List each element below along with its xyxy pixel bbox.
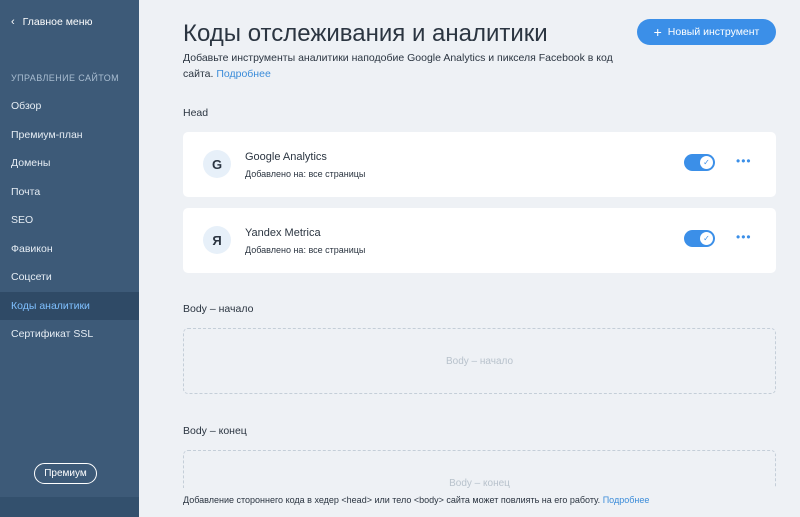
subtitle-learn-more-link[interactable]: Подробнее [216,68,270,80]
sidebar-bottom-bar [0,497,139,517]
footer-note: Добавление стороннего кода в хедер <head… [183,494,783,505]
footer-text: Добавление стороннего кода в хедер <head… [183,495,601,505]
back-label: Главное меню [22,16,93,28]
sidebar-item-ssl[interactable]: Сертификат SSL [0,320,139,349]
tool-enabled-toggle[interactable]: ✓ [684,230,715,247]
check-icon: ✓ [700,156,713,169]
more-options-icon[interactable]: ••• [736,230,752,244]
tool-name: Yandex Metrica [245,227,321,239]
page-title: Коды отслеживания и аналитики [183,20,548,47]
more-options-icon[interactable]: ••• [736,154,752,168]
sidebar: ‹ Главное меню УПРАВЛЕНИЕ САЙТОМ Обзор П… [0,0,139,517]
tool-name: Google Analytics [245,151,327,163]
sidebar-item-social[interactable]: Соцсети [0,263,139,292]
sidebar-item-favicon[interactable]: Фавикон [0,235,139,264]
new-tool-button[interactable]: + Новый инструмент [637,19,776,45]
dropzone-placeholder: Body – начало [445,355,514,367]
google-logo-icon: G [203,150,231,178]
main-content: Коды отслеживания и аналитики Добавьте и… [139,0,800,517]
sidebar-item-domains[interactable]: Домены [0,149,139,178]
body-start-dropzone[interactable]: Body – начало [183,328,776,394]
section-body-end-label: Body – конец [183,425,247,437]
sidebar-section-title: УПРАВЛЕНИЕ САЙТОМ [11,73,120,83]
tool-card-google-analytics: G Google Analytics Добавлено на: все стр… [183,132,776,197]
tool-card-yandex-metrica: Я Yandex Metrica Добавлено на: все стран… [183,208,776,273]
section-head-label: Head [183,107,209,119]
tool-enabled-toggle[interactable]: ✓ [684,154,715,171]
chevron-left-icon: ‹ [11,15,15,28]
sidebar-item-premium-plan[interactable]: Премиум-план [0,121,139,150]
sidebar-item-seo[interactable]: SEO [0,206,139,235]
sidebar-item-mail[interactable]: Почта [0,178,139,207]
new-tool-label: Новый инструмент [667,26,760,38]
footer-learn-more-link[interactable]: Подробнее [603,495,650,505]
check-icon: ✓ [700,232,713,245]
premium-button[interactable]: Премиум [34,463,97,484]
sidebar-item-overview[interactable]: Обзор [0,92,139,121]
sidebar-nav: Обзор Премиум-план Домены Почта SEO Фави… [0,92,139,349]
page-subtitle: Добавьте инструменты аналитики наподобие… [183,50,633,82]
back-to-main-menu[interactable]: ‹ Главное меню [11,16,92,28]
plus-icon: + [653,24,662,40]
section-body-start-label: Body – начало [183,303,254,315]
yandex-logo-icon: Я [203,226,231,254]
tool-placement: Добавлено на: все страницы [245,245,366,255]
sidebar-item-analytics[interactable]: Коды аналитики [0,291,139,320]
tool-placement: Добавлено на: все страницы [245,169,366,179]
